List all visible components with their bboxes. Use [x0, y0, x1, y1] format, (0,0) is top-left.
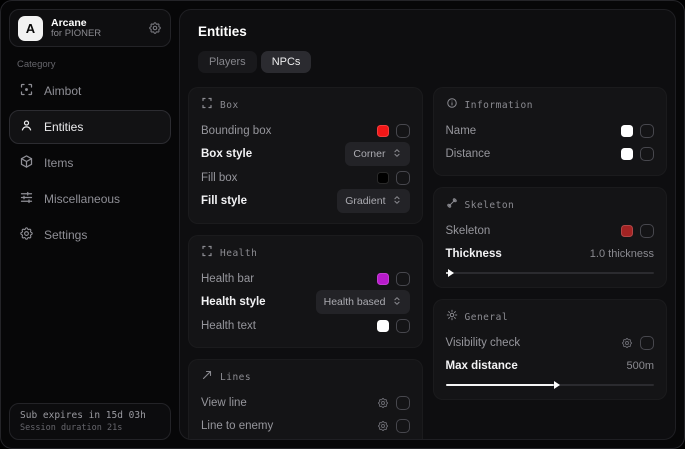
box-card: Box Bounding box Box style Corner	[188, 87, 423, 224]
color-swatch[interactable]	[377, 125, 389, 137]
card-title: General	[465, 312, 509, 323]
gear-icon[interactable]	[621, 337, 633, 349]
max-distance-slider[interactable]	[446, 380, 655, 389]
main-panel: Entities Players NPCs Box Bounding box	[179, 9, 676, 440]
general-card: General Visibility check Max distance 50…	[433, 299, 668, 400]
setting-row-view-line: View line	[201, 391, 410, 414]
sidebar-item-label: Aimbot	[44, 84, 81, 98]
setting-row-box-style: Box style Corner	[201, 142, 410, 166]
sidebar-item-label: Settings	[44, 228, 87, 242]
chevron-updown-icon	[392, 293, 402, 311]
distance-checkbox[interactable]	[640, 147, 654, 161]
color-swatch[interactable]	[621, 148, 633, 160]
setting-row-name: Name	[446, 119, 655, 142]
line-to-enemy-checkbox[interactable]	[396, 419, 410, 433]
max-distance-value: 500m	[626, 360, 654, 372]
box-style-select[interactable]: Corner	[345, 142, 409, 166]
info-icon	[446, 96, 458, 114]
page-title: Entities	[198, 24, 667, 39]
arcane-window: A Arcane for PIONER Category Aimbot Enti…	[0, 0, 685, 449]
setting-row-distance: Distance	[446, 142, 655, 165]
card-title: Skeleton	[465, 200, 515, 211]
sub-expiry-text: Sub expires in 15d 03h	[20, 410, 160, 421]
sliders-icon	[19, 190, 34, 208]
setting-row-health-text: Health text	[201, 314, 410, 337]
brackets-icon	[201, 96, 213, 114]
category-label: Category	[17, 59, 171, 70]
card-title: Box	[220, 100, 239, 111]
setting-row-line-to-enemy: Line to enemy	[201, 414, 410, 437]
skeleton-card: Skeleton Skeleton Thickness 1.0 thicknes…	[433, 187, 668, 288]
setting-row-health-style: Health style Health based	[201, 290, 410, 314]
setting-row-bounding-box: Bounding box	[201, 119, 410, 142]
sidebar-item-settings[interactable]: Settings	[9, 218, 171, 252]
setting-row-max-distance: Max distance 500m	[446, 354, 655, 377]
sidebar-item-label: Entities	[44, 120, 83, 134]
health-card: Health Health bar Health style Health ba…	[188, 235, 423, 348]
brackets-icon	[201, 244, 213, 262]
sidebar-item-entities[interactable]: Entities	[9, 110, 171, 144]
color-swatch[interactable]	[377, 320, 389, 332]
cube-icon	[19, 154, 34, 172]
setting-row-fill-style: Fill style Gradient	[201, 189, 410, 213]
color-swatch[interactable]	[377, 172, 389, 184]
setting-row-thickness: Thickness 1.0 thickness	[446, 242, 655, 265]
gear-icon[interactable]	[377, 397, 389, 409]
gear-icon[interactable]	[148, 21, 162, 35]
chevron-updown-icon	[392, 145, 402, 163]
card-title: Lines	[220, 372, 251, 383]
entity-tabs: Players NPCs	[198, 51, 667, 73]
setting-row-health-bar: Health bar	[201, 267, 410, 290]
person-icon	[19, 118, 34, 136]
card-title: Health	[220, 248, 257, 259]
brand-subtitle: for PIONER	[51, 29, 140, 40]
crosshair-icon	[19, 82, 34, 100]
slider-handle[interactable]	[448, 269, 454, 277]
gear-icon[interactable]	[377, 420, 389, 432]
fill-style-select[interactable]: Gradient	[337, 189, 409, 213]
color-swatch[interactable]	[621, 225, 633, 237]
health-style-select[interactable]: Health based	[316, 290, 410, 314]
information-card: Information Name Distance	[433, 87, 668, 176]
sidebar: A Arcane for PIONER Category Aimbot Enti…	[1, 1, 179, 448]
subscription-card: Sub expires in 15d 03h Session duration …	[9, 403, 171, 440]
chevron-updown-icon	[392, 192, 402, 210]
tab-players[interactable]: Players	[198, 51, 257, 73]
setting-row-fill-box: Fill box	[201, 166, 410, 189]
color-swatch[interactable]	[377, 273, 389, 285]
sidebar-item-items[interactable]: Items	[9, 146, 171, 180]
tab-npcs[interactable]: NPCs	[261, 51, 312, 73]
sidebar-item-label: Items	[44, 156, 73, 170]
brand-card: A Arcane for PIONER	[9, 9, 171, 47]
health-text-checkbox[interactable]	[396, 319, 410, 333]
diagonal-line-icon	[201, 368, 213, 386]
card-title: Information	[465, 100, 533, 111]
brand-title: Arcane	[51, 17, 140, 29]
sun-icon	[446, 308, 458, 326]
setting-row-visibility-check: Visibility check	[446, 331, 655, 354]
visibility-check-checkbox[interactable]	[640, 336, 654, 350]
sidebar-item-aimbot[interactable]: Aimbot	[9, 74, 171, 108]
sidebar-item-label: Miscellaneous	[44, 192, 120, 206]
sidebar-nav: Aimbot Entities Items Miscellaneous Sett…	[9, 74, 171, 252]
thickness-slider[interactable]	[446, 268, 655, 277]
health-bar-checkbox[interactable]	[396, 272, 410, 286]
slider-handle[interactable]	[554, 381, 560, 389]
name-checkbox[interactable]	[640, 124, 654, 138]
color-swatch[interactable]	[621, 125, 633, 137]
sidebar-item-miscellaneous[interactable]: Miscellaneous	[9, 182, 171, 216]
fill-box-checkbox[interactable]	[396, 171, 410, 185]
lines-card: Lines View line Line to enemy	[188, 359, 423, 440]
skeleton-checkbox[interactable]	[640, 224, 654, 238]
view-line-checkbox[interactable]	[396, 396, 410, 410]
bounding-box-checkbox[interactable]	[396, 124, 410, 138]
arcane-logo: A	[18, 16, 43, 41]
session-duration-text: Session duration 21s	[20, 423, 160, 433]
thickness-value: 1.0 thickness	[590, 248, 654, 260]
bone-icon	[446, 196, 458, 214]
setting-row-skeleton: Skeleton	[446, 219, 655, 242]
gear-icon	[19, 226, 34, 244]
